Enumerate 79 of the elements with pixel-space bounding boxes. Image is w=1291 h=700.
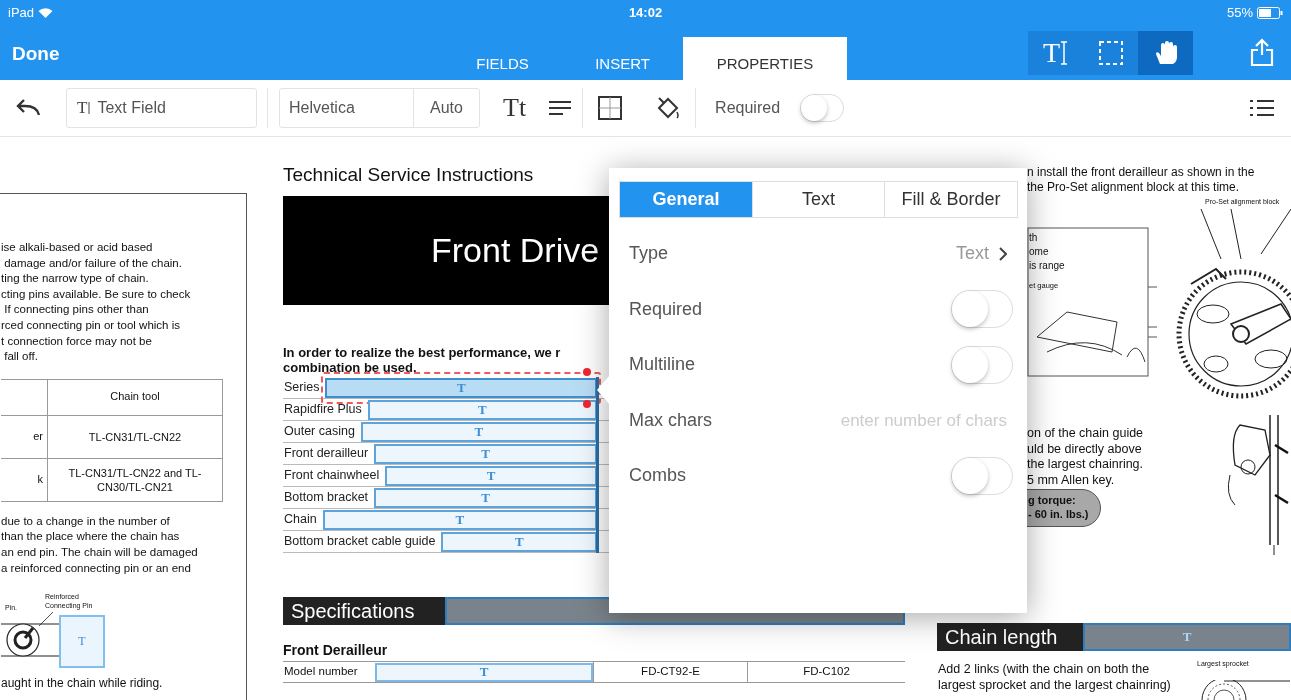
mode-button[interactable]	[1138, 31, 1193, 75]
text-style-button[interactable]: Tt	[503, 95, 527, 121]
subheading: Front Derailleur	[283, 642, 389, 658]
fill-icon[interactable]	[655, 96, 680, 120]
cursor-icon	[1060, 41, 1069, 65]
resize-handle[interactable]	[583, 368, 591, 376]
row-label: Type	[629, 242, 670, 266]
border-icon[interactable]	[598, 96, 623, 120]
row-value[interactable]: Text	[956, 240, 989, 268]
page-heading: Technical Service Instructions	[283, 164, 535, 186]
mode-button[interactable]: T	[1028, 31, 1083, 75]
form-field[interactable]: T	[375, 662, 593, 682]
form-field[interactable]: T	[360, 421, 597, 442]
row-label: Required	[629, 297, 704, 321]
field-label: Series	[283, 379, 321, 397]
row-label: Combs	[629, 464, 687, 488]
cursor-icon	[87, 101, 92, 115]
field-label: Outer casing	[283, 423, 356, 441]
clock: 14:02	[627, 4, 664, 23]
share-icon[interactable]	[1250, 38, 1274, 66]
paragraph: due to a change in the number of than the place where the chain has an end pin. The chain will be damaged a reinforced connecting pin or an end	[1, 513, 199, 576]
selection-icon	[1097, 40, 1124, 66]
table-header: Chain tool	[110, 389, 160, 405]
chevron-icon[interactable]	[999, 246, 1007, 261]
toggle-switch[interactable]	[951, 345, 1013, 384]
done-button[interactable]: Done	[12, 40, 60, 69]
field-label: Bottom bracket	[283, 489, 370, 507]
tab[interactable]: FIELDS	[445, 37, 560, 80]
align-icon[interactable]	[549, 100, 572, 116]
device-name: iPad	[8, 4, 35, 23]
field-label: Front derailleur	[283, 445, 370, 463]
table-cell-text: TL-CN31/TL-CN22 and TL-CN30/TL-CN21	[67, 465, 203, 494]
hand-icon	[1153, 40, 1178, 66]
form-field[interactable]: T	[325, 377, 597, 398]
form-field[interactable]: T	[385, 465, 597, 486]
paragraph: on of the chain guide uld be directly above the largest chainring. 5 mm Allen key.	[1027, 426, 1144, 488]
form-field[interactable]: T	[441, 531, 597, 552]
table-cell-text: FD-C102	[803, 664, 850, 680]
list-icon[interactable]	[1250, 99, 1274, 117]
table-cell-text: FD-CT92-E	[641, 664, 700, 680]
form-field[interactable]: T	[367, 399, 597, 420]
paragraph: Add 2 links (with the chain on both the largest sprocket and the largest chainring)	[938, 661, 1171, 693]
field-label: Chain	[283, 511, 318, 529]
segment-tab[interactable]: General	[620, 182, 752, 217]
row-label: Multiline	[629, 353, 697, 377]
diagram-label: th ome is range	[1029, 231, 1065, 273]
required-label: Required	[715, 98, 781, 118]
mode-button[interactable]	[1083, 31, 1138, 75]
battery-percent: 55%	[1226, 4, 1253, 23]
paragraph: In order to realize the best performance, we r combination be used.	[283, 345, 561, 375]
form-field[interactable]: T	[374, 443, 597, 464]
toggle-switch[interactable]	[951, 456, 1013, 495]
table-cell-text: er	[33, 428, 43, 444]
field-label: Bottom bracket cable guide	[283, 533, 437, 551]
table-cell-text: k	[37, 471, 43, 487]
paragraph: ise alkali-based or acid based damage and/or failure of the chain. ting the narrow type of chain. cting pins available. Be sure to check If connecting pins other than rced connecting pin or tool which is t connection force may not be fall off.	[1, 240, 192, 365]
wifi-icon	[38, 7, 54, 19]
form-field[interactable]: T	[374, 487, 597, 508]
table-cell-text: Model number	[283, 664, 359, 680]
field-label: Front chainwheel	[283, 467, 381, 485]
row-label: Max chars	[629, 408, 714, 432]
section-header: Specifications	[283, 597, 445, 625]
toggle-switch[interactable]	[951, 290, 1013, 329]
required-toggle[interactable]	[800, 94, 845, 122]
form-field[interactable]: T	[322, 509, 597, 530]
tab[interactable]: INSERT	[570, 37, 675, 80]
text-field-glyph: T	[77, 97, 88, 120]
form-field[interactable]: T	[59, 615, 105, 669]
table-cell: TL-CN31/TL-CN22	[88, 429, 182, 444]
battery-icon	[1257, 7, 1283, 19]
tab[interactable]: PROPERTIES	[683, 37, 847, 80]
undo-icon[interactable]	[15, 99, 41, 117]
paragraph: n install the front derailleur as shown in the the Pro-Set alignment block at this time.	[1027, 165, 1255, 195]
paragraph: aught in the chain while riding.	[1, 676, 164, 692]
field-label: Rapidfire Plus	[283, 401, 363, 419]
section-header: Chain length	[937, 623, 1083, 651]
form-field[interactable]: T	[1083, 623, 1291, 651]
resize-handle[interactable]	[583, 400, 591, 408]
field-type-selector[interactable]: T Text Field	[66, 88, 257, 128]
